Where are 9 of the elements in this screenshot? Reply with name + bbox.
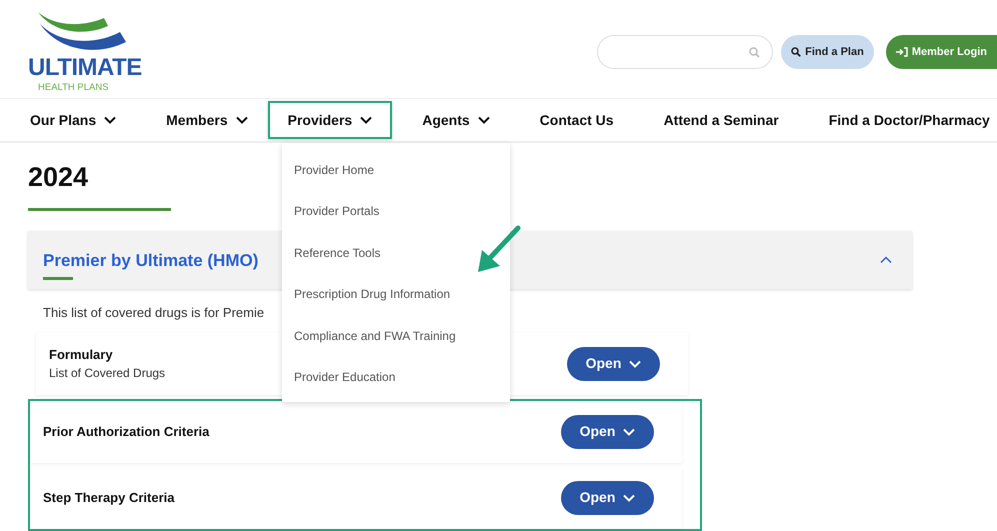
document-title: Prior Authorization Criteria: [43, 422, 210, 441]
page-heading: 2024: [28, 161, 88, 194]
logo-tagline: HEALTH PLANS: [37, 83, 110, 92]
accordion-title: Premier by Ultimate (HMO): [43, 250, 258, 272]
logo-text: ULTIMATE: [28, 54, 142, 83]
document-subtitle: List of Covered Drugs: [49, 365, 166, 382]
document-title: Step Therapy Criteria: [43, 488, 174, 507]
document-title: Formulary: [49, 346, 114, 364]
intro-text: This list of covered drugs is for Premie: [43, 304, 264, 322]
